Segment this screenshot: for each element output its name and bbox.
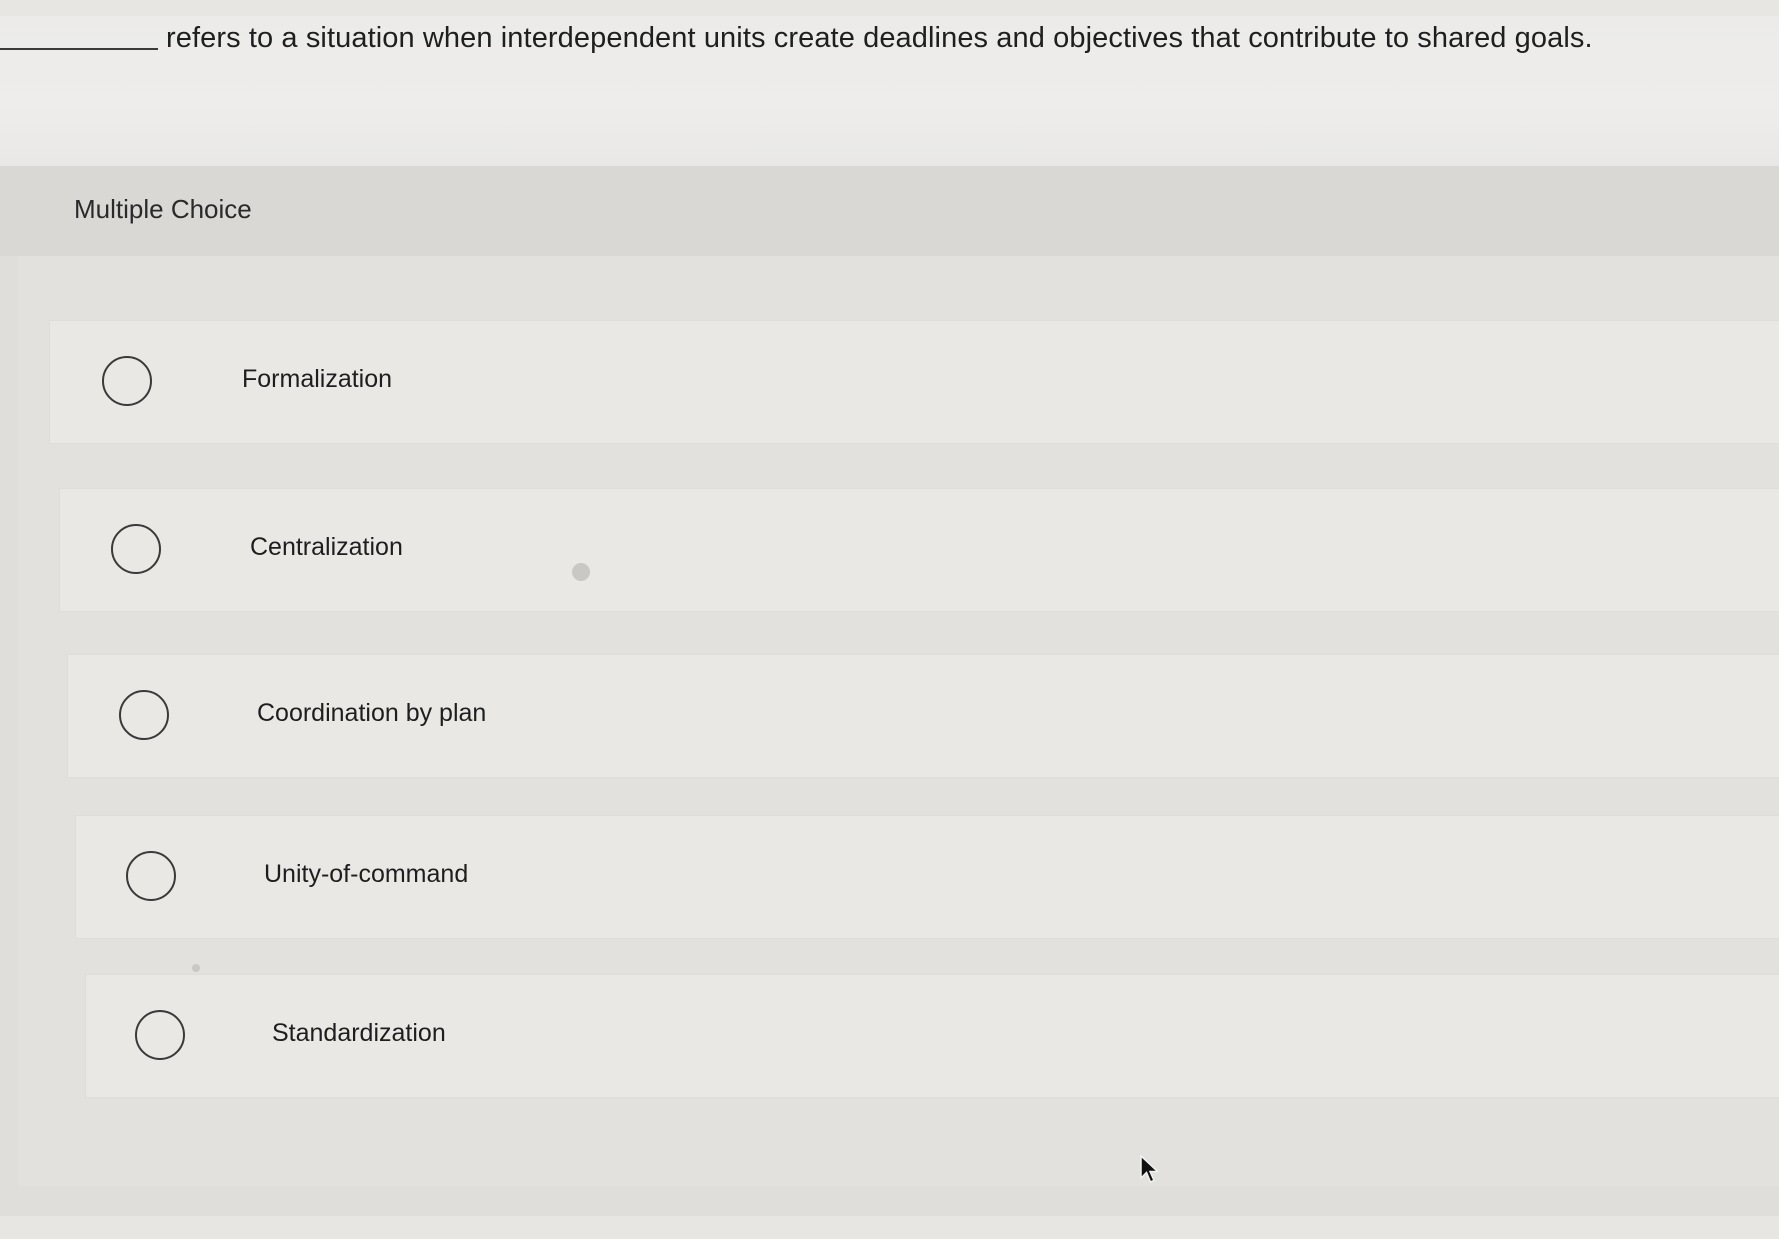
option-coordination-by-plan[interactable]: Coordination by plan [68,655,1779,777]
screen-speck [192,964,200,972]
radio-button[interactable] [111,524,161,574]
panel-header: Multiple Choice [0,166,1779,256]
option-label: Formalization [242,365,393,393]
answer-blank [0,48,158,50]
question-text: refers to a situation when interdependen… [166,22,1593,54]
option-label: Standardization [272,1019,446,1047]
question-stem: refers to a situation when interdependen… [0,16,1779,166]
option-label: Unity-of-command [264,860,469,888]
radio-button[interactable] [126,851,176,901]
screen-speck [572,563,590,581]
radio-button[interactable] [119,690,169,740]
option-formalization[interactable]: Formalization [50,321,1779,443]
question-type-label: Multiple Choice [74,194,252,224]
option-label: Coordination by plan [257,699,487,727]
mouse-pointer-icon [1140,1155,1160,1183]
option-label: Centralization [250,533,403,561]
option-standardization[interactable]: Standardization [86,975,1779,1097]
options-list: Formalization Centralization Coordinatio… [18,256,1779,1186]
option-centralization[interactable]: Centralization [60,489,1779,611]
option-unity-of-command[interactable]: Unity-of-command [76,816,1779,938]
radio-button[interactable] [102,356,152,406]
radio-button[interactable] [135,1010,185,1060]
answer-panel: Multiple Choice Formalization Centraliza… [0,166,1779,1216]
